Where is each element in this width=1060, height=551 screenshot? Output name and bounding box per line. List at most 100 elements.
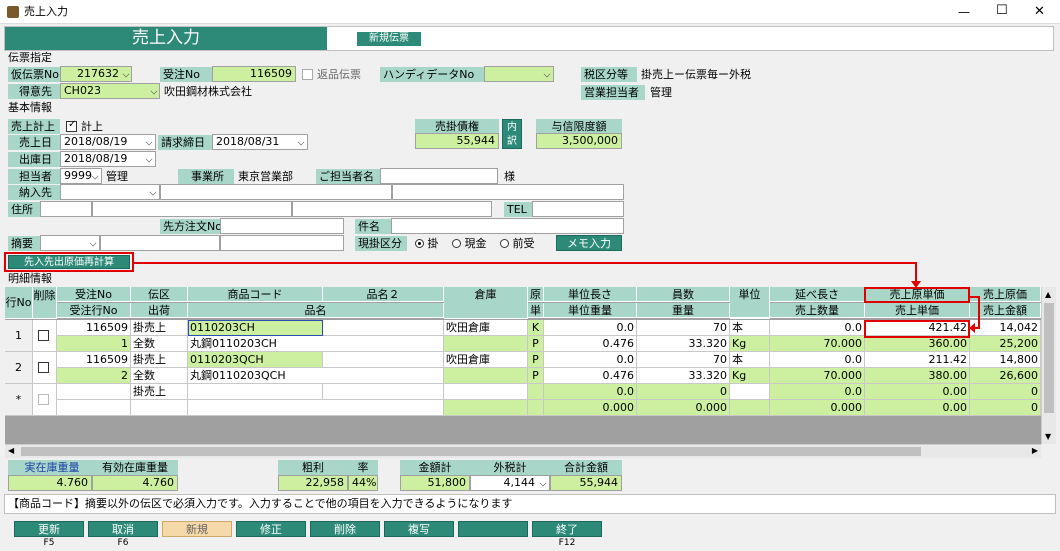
cell-genkagaku[interactable]: 14,800 <box>970 352 1041 368</box>
fkey-button-7[interactable] <box>458 521 528 537</box>
nonyu-input[interactable] <box>60 184 160 200</box>
cell-juchu[interactable]: 116509 <box>57 352 131 368</box>
tel-input[interactable] <box>532 201 624 217</box>
v-scrollbar[interactable]: ▲ ▼ <box>1041 287 1056 444</box>
h-scrollbar[interactable]: ◀ ▶ <box>5 444 1041 458</box>
cell-hinmei2[interactable] <box>323 352 444 368</box>
cell-suin[interactable]: 0 <box>637 384 730 400</box>
cell-juryo[interactable]: 33.320 <box>637 368 730 384</box>
recalc-button[interactable]: 先入先出原価再計算 <box>8 255 130 269</box>
cell-soko2[interactable] <box>444 368 528 384</box>
cell-code[interactable]: 0110203QCH <box>188 352 323 368</box>
cell-tan[interactable] <box>528 400 544 416</box>
radio-genkin[interactable]: 現金 <box>452 236 487 251</box>
cell-tanju[interactable]: 0.476 <box>544 368 637 384</box>
cell-tanju[interactable]: 0.476 <box>544 336 637 352</box>
cell-genkagaku[interactable]: 0 <box>970 384 1041 400</box>
keijo-checkbox[interactable]: ✓ <box>66 119 77 132</box>
minimize-button[interactable]: — <box>958 5 970 19</box>
cell-tancho[interactable]: 0.0 <box>544 384 637 400</box>
cell-tan[interactable]: P <box>528 368 544 384</box>
cell-kingaku[interactable]: 0 <box>970 400 1041 416</box>
radio-kake[interactable]: 掛 <box>415 236 439 251</box>
fkey-button-8[interactable]: 終了 <box>532 521 602 537</box>
cell-hinmei[interactable] <box>188 400 444 416</box>
cell-urisu[interactable]: 0.000 <box>770 400 865 416</box>
cell-soko2[interactable] <box>444 336 528 352</box>
cell-suin[interactable]: 70 <box>637 320 730 336</box>
cell-gen[interactable]: P <box>528 352 544 368</box>
sakichu-input[interactable] <box>220 218 344 234</box>
cell-hinmei[interactable]: 丸鋼0110203QCH <box>188 368 444 384</box>
cell-soko2[interactable] <box>444 400 528 416</box>
tekiyo-1[interactable] <box>100 235 220 251</box>
fkey-button-2[interactable]: 取消 <box>88 521 158 537</box>
jusho-zip[interactable] <box>40 201 92 217</box>
cell-tani1[interactable]: 本 <box>730 320 770 336</box>
uchi-button[interactable]: 内訳 <box>502 119 522 149</box>
uriagebi-input[interactable]: 2018/08/19 <box>60 134 156 150</box>
cell-tancho[interactable]: 0.0 <box>544 320 637 336</box>
radio-maeuke[interactable]: 前受 <box>500 236 535 251</box>
cell-tanka[interactable]: 0.00 <box>865 400 970 416</box>
cell-tani1[interactable]: 本 <box>730 352 770 368</box>
cell-tani1[interactable] <box>730 384 770 400</box>
cell-kingaku[interactable]: 25,200 <box>970 336 1041 352</box>
seikyu-input[interactable]: 2018/08/31 <box>212 134 308 150</box>
cell-tani2[interactable] <box>730 400 770 416</box>
delete-checkbox[interactable] <box>38 394 49 405</box>
gaizei-value[interactable]: 4,144 <box>470 475 550 491</box>
cell-tanka[interactable]: 360.00 <box>865 336 970 352</box>
cell-gyo[interactable] <box>57 400 131 416</box>
denpyo-input[interactable]: 217632 <box>60 66 132 82</box>
cell-nobe[interactable]: 0.0 <box>770 384 865 400</box>
juchu-input[interactable]: 116509 <box>212 66 296 82</box>
cell-soko[interactable]: 吹田倉庫 <box>444 352 528 368</box>
cell-genka[interactable]: 0.00 <box>865 384 970 400</box>
nonyu-name[interactable] <box>160 184 392 200</box>
cell-hinmei2[interactable] <box>323 320 444 336</box>
cell-urisu[interactable]: 70.000 <box>770 368 865 384</box>
close-button[interactable]: ✕ <box>1034 4 1045 19</box>
cell-soko[interactable] <box>444 384 528 400</box>
fkey-button-1[interactable]: 更新 <box>14 521 84 537</box>
cell-tancho[interactable]: 0.0 <box>544 352 637 368</box>
cell-hinmei2[interactable] <box>323 384 444 400</box>
cell-genka[interactable]: 211.42 <box>865 352 970 368</box>
cell-denku[interactable]: 掛売上 <box>131 352 188 368</box>
cell-nobe[interactable]: 0.0 <box>770 352 865 368</box>
henpin-checkbox[interactable] <box>302 69 313 80</box>
cell-shukka[interactable] <box>131 400 188 416</box>
gotanto-input[interactable] <box>380 168 498 184</box>
cell-genkagaku[interactable]: 14,042 <box>970 320 1041 336</box>
cell-gyo[interactable]: 2 <box>57 368 131 384</box>
shukko-input[interactable]: 2018/08/19 <box>60 151 156 167</box>
cell-juryo[interactable]: 0.000 <box>637 400 730 416</box>
fkey-button-4[interactable]: 修正 <box>236 521 306 537</box>
cell-kingaku[interactable]: 26,600 <box>970 368 1041 384</box>
cell-hinmei[interactable]: 丸鋼0110203CH <box>188 336 444 352</box>
cell-gyo[interactable]: 1 <box>57 336 131 352</box>
h-scroll-thumb[interactable] <box>21 447 921 456</box>
cell-denku[interactable]: 掛売上 <box>131 320 188 336</box>
cell-suin[interactable]: 70 <box>637 352 730 368</box>
jusho-1[interactable] <box>92 201 292 217</box>
cell-juchu[interactable] <box>57 384 131 400</box>
cell-gen[interactable] <box>528 384 544 400</box>
memo-button[interactable]: メモ入力 <box>556 235 622 251</box>
cell-code[interactable] <box>188 384 323 400</box>
jusho-2[interactable] <box>292 201 492 217</box>
cell-tani2[interactable]: Kg <box>730 368 770 384</box>
cell-tanju[interactable]: 0.000 <box>544 400 637 416</box>
cell-juryo[interactable]: 33.320 <box>637 336 730 352</box>
tokui-input[interactable]: CH023 <box>60 83 160 99</box>
maximize-button[interactable]: ☐ <box>996 3 1008 18</box>
cell-shukka[interactable]: 全数 <box>131 336 188 352</box>
cell-urisu[interactable]: 70.000 <box>770 336 865 352</box>
cell-tanka[interactable]: 380.00 <box>865 368 970 384</box>
cell-denku[interactable]: 掛売上 <box>131 384 188 400</box>
fkey-button-6[interactable]: 複写 <box>384 521 454 537</box>
cell-tani2[interactable]: Kg <box>730 336 770 352</box>
cell-juchu[interactable]: 116509 <box>57 320 131 336</box>
delete-checkbox[interactable] <box>38 362 49 373</box>
